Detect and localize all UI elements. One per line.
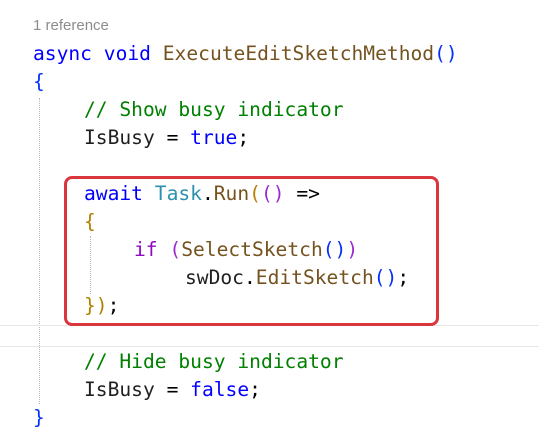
code-line-isbusy-true[interactable]: IsBusy = true; (84, 124, 249, 152)
operator: = (154, 378, 191, 401)
method-name[interactable]: ExecuteEditSketchMethod (163, 42, 434, 65)
code-editor[interactable]: 1 reference async void ExecuteEditSketch… (0, 0, 539, 443)
brace-close: } (33, 406, 45, 429)
paren-open: ( (434, 42, 446, 65)
semicolon: ; (249, 378, 261, 401)
literal: true (190, 126, 238, 149)
identifier: IsBusy (84, 126, 155, 149)
code-line-close-brace[interactable]: } (33, 404, 45, 432)
code-line-isbusy-false[interactable]: IsBusy = false; (84, 376, 261, 404)
literal: false (190, 378, 250, 401)
code-line-method-signature[interactable]: async void ExecuteEditSketchMethod() (33, 40, 458, 68)
codelens-references-link[interactable]: 1 reference (33, 17, 109, 34)
keyword-async: async (33, 42, 92, 65)
indent-guide-method (39, 98, 40, 404)
paren-close: ) (445, 42, 458, 65)
keyword-void: void (103, 42, 151, 65)
semicolon: ; (237, 126, 250, 149)
code-line-comment-hide[interactable]: // Hide busy indicator (84, 348, 344, 376)
current-line-highlight (0, 325, 539, 347)
comment: // Hide busy indicator (84, 350, 344, 373)
code-line-open-brace[interactable]: { (33, 68, 45, 96)
identifier: IsBusy (84, 378, 155, 401)
brace-open: { (33, 70, 45, 93)
operator: = (154, 126, 191, 149)
comment: // Show busy indicator (84, 98, 344, 121)
code-line-comment-show[interactable]: // Show busy indicator (84, 96, 344, 124)
highlight-box (64, 176, 439, 326)
